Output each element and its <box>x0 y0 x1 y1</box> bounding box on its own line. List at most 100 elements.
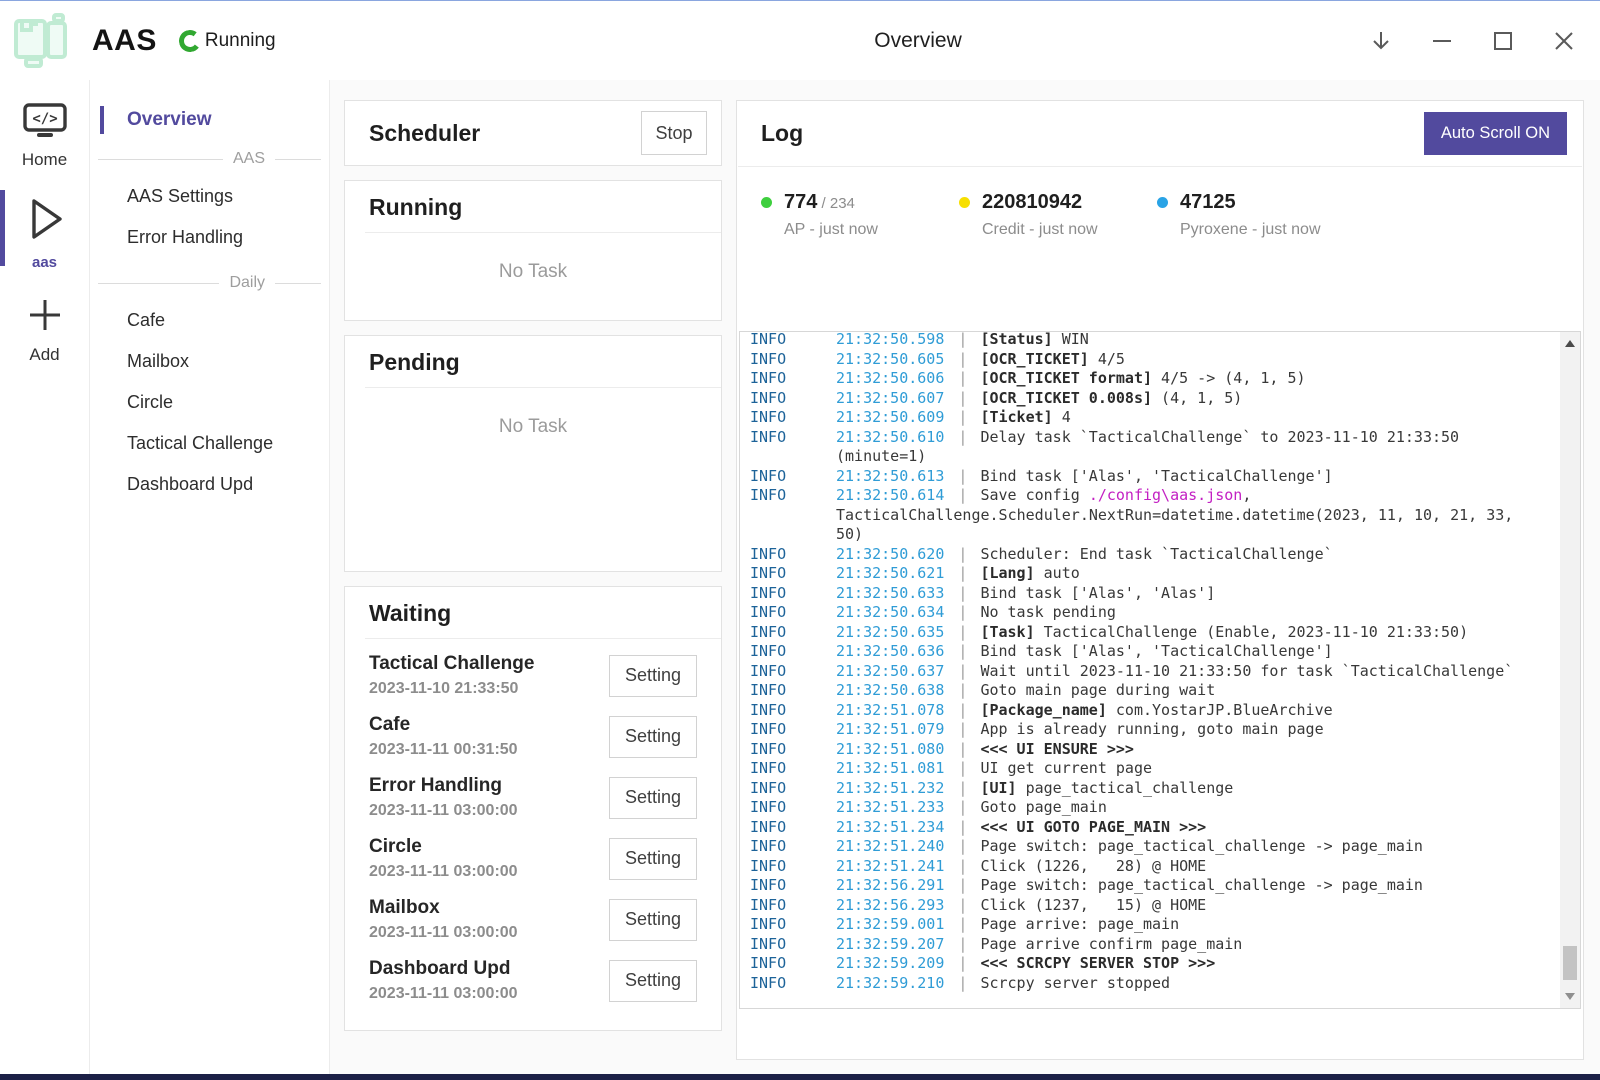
stat-body: 220810942 Credit - just now <box>982 191 1098 239</box>
nav-item-circle[interactable]: Circle <box>90 382 329 423</box>
log-title: Log <box>761 120 803 147</box>
stat-value-row: 774 / 234 <box>784 191 878 214</box>
log-timestamp: 21:32:50.607 <box>836 389 958 407</box>
log-separator: | <box>958 467 980 485</box>
log-line: INFO21:32:59.001| Page arrive: page_main <box>750 915 1530 935</box>
log-scrollbar[interactable] <box>1560 332 1580 1008</box>
log-output[interactable]: INFO21:32:50.598| [Status] WININFO21:32:… <box>739 331 1581 1009</box>
rail-item-aas[interactable]: aas <box>0 194 89 271</box>
log-level: INFO <box>750 818 836 838</box>
running-title: Running <box>369 194 462 220</box>
log-separator: | <box>958 428 980 446</box>
resource-stat: 774 / 234 AP - just now <box>761 191 959 239</box>
minimize-button[interactable] <box>1430 29 1454 53</box>
log-line: INFO21:32:51.232| [UI] page_tactical_cha… <box>750 779 1530 799</box>
setting-button-error-handling[interactable]: Setting <box>609 777 697 819</box>
log-line: INFO21:32:56.293| Click (1237, 15) @ HOM… <box>750 896 1530 916</box>
log-separator: | <box>958 389 980 407</box>
nav-item-overview[interactable]: Overview <box>100 106 329 134</box>
rail-item-add[interactable]: Add <box>0 295 89 365</box>
waiting-task-row: Tactical Challenge2023-11-10 21:33:50Set… <box>369 645 697 706</box>
log-line: INFO21:32:51.080| <<< UI ENSURE >>> <box>750 740 1530 760</box>
log-level: INFO <box>750 467 836 487</box>
task-info: Error Handling2023-11-11 03:00:00 <box>369 775 518 820</box>
log-separator: | <box>958 954 980 972</box>
log-timestamp: 21:32:50.634 <box>836 603 958 621</box>
nav-group-label: Daily <box>229 274 265 292</box>
log-timestamp: 21:32:50.638 <box>836 681 958 699</box>
log-separator: | <box>958 662 980 680</box>
log-line: INFO21:32:51.081| UI get current page <box>750 759 1530 779</box>
nav-item-error-handling[interactable]: Error Handling <box>90 217 329 258</box>
stat-suffix: / 234 <box>817 195 855 212</box>
log-line: INFO21:32:50.634| No task pending <box>750 603 1530 623</box>
nav-item-tactical-challenge[interactable]: Tactical Challenge <box>90 423 329 464</box>
close-button[interactable] <box>1552 29 1576 53</box>
scrollbar-thumb[interactable] <box>1563 946 1577 980</box>
log-level: INFO <box>750 759 836 779</box>
log-line: INFO21:32:51.233| Goto page_main <box>750 798 1530 818</box>
log-separator: | <box>958 584 980 602</box>
stat-label: Credit - just now <box>982 221 1098 239</box>
window-bottom-edge <box>0 1074 1600 1080</box>
hide-to-tray-icon[interactable] <box>1369 29 1393 53</box>
setting-button-tactical-challenge[interactable]: Setting <box>609 655 697 697</box>
nav-item-dashboard-upd[interactable]: Dashboard Upd <box>90 464 329 505</box>
rail-item-home[interactable]: </> Home <box>0 102 89 170</box>
task-next-run-time: 2023-11-11 03:00:00 <box>369 985 518 1003</box>
setting-button-dashboard-upd[interactable]: Setting <box>609 960 697 1002</box>
scheduler-title: Scheduler <box>369 120 480 147</box>
log-separator: | <box>958 369 980 387</box>
log-timestamp: 21:32:56.293 <box>836 896 958 914</box>
nav-item-cafe[interactable]: Cafe <box>90 300 329 341</box>
log-line: INFO21:32:50.638| Goto main page during … <box>750 681 1530 701</box>
scroll-down-icon[interactable] <box>1565 993 1575 1000</box>
log-timestamp: 21:32:59.001 <box>836 915 958 933</box>
log-timestamp: 21:32:50.598 <box>836 332 958 348</box>
log-separator: | <box>958 332 980 348</box>
scroll-up-icon[interactable] <box>1565 340 1575 347</box>
main-content: Scheduler Stop Running No Task Pending N… <box>330 80 1600 1075</box>
log-line: INFO21:32:50.605| [OCR_TICKET] 4/5 <box>750 350 1530 370</box>
log-level: INFO <box>750 389 836 409</box>
running-card: Running No Task <box>344 180 722 321</box>
waiting-card: Waiting Tactical Challenge2023-11-10 21:… <box>344 586 722 1031</box>
log-separator: | <box>958 681 980 699</box>
log-line: INFO21:32:50.607| [OCR_TICKET 0.008s] (4… <box>750 389 1530 409</box>
log-separator: | <box>958 876 980 894</box>
log-level: INFO <box>750 896 836 916</box>
log-separator: | <box>958 935 980 953</box>
stat-label: AP - just now <box>784 221 878 239</box>
log-level: INFO <box>750 876 836 896</box>
log-level: INFO <box>750 915 836 935</box>
log-level: INFO <box>750 603 836 623</box>
log-timestamp: 21:32:50.606 <box>836 369 958 387</box>
stop-button[interactable]: Stop <box>641 111 707 155</box>
icon-rail: </> Home aas Add <box>0 80 90 1075</box>
nav-item-mailbox[interactable]: Mailbox <box>90 341 329 382</box>
page-title: Overview <box>874 29 962 53</box>
task-next-run-time: 2023-11-11 03:00:00 <box>369 802 518 820</box>
log-line: INFO21:32:50.609| [Ticket] 4 <box>750 408 1530 428</box>
log-timestamp: 21:32:51.079 <box>836 720 958 738</box>
log-line: INFO21:32:51.078| [Package_name] com.Yos… <box>750 701 1530 721</box>
stat-value-row: 220810942 <box>982 191 1098 214</box>
log-level: INFO <box>750 486 836 506</box>
nav-item-aas-settings[interactable]: AAS Settings <box>90 176 329 217</box>
auto-scroll-button[interactable]: Auto Scroll ON <box>1424 112 1567 155</box>
setting-button-cafe[interactable]: Setting <box>609 716 697 758</box>
log-separator: | <box>958 623 980 641</box>
setting-button-circle[interactable]: Setting <box>609 838 697 880</box>
log-level: INFO <box>750 720 836 740</box>
log-line: INFO21:32:51.079| App is already running… <box>750 720 1530 740</box>
log-timestamp: 21:32:50.609 <box>836 408 958 426</box>
log-level: INFO <box>750 681 836 701</box>
waiting-task-row: Circle2023-11-11 03:00:00Setting <box>369 828 697 889</box>
log-timestamp: 21:32:51.241 <box>836 857 958 875</box>
maximize-button[interactable] <box>1491 29 1515 53</box>
log-level: INFO <box>750 740 836 760</box>
setting-button-mailbox[interactable]: Setting <box>609 899 697 941</box>
stat-dot-icon <box>959 197 970 208</box>
task-next-run-time: 2023-11-11 00:31:50 <box>369 741 518 759</box>
stat-body: 47125Pyroxene - just now <box>1180 191 1321 239</box>
